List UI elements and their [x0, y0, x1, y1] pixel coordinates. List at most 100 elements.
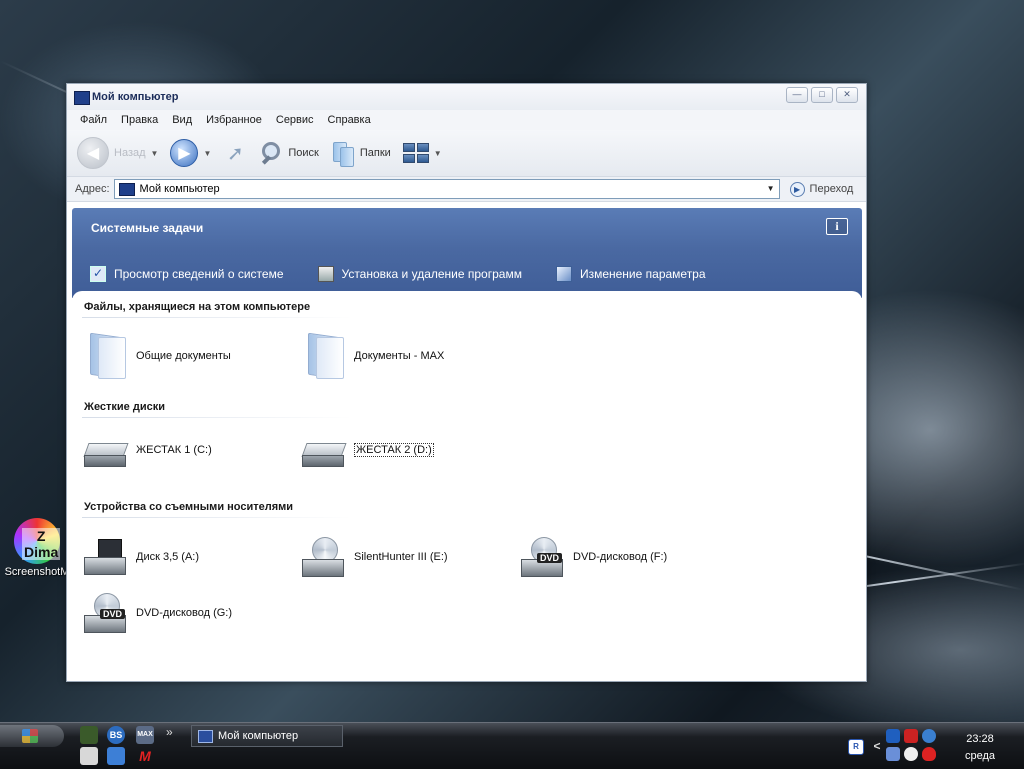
folders-label: Папки: [359, 147, 391, 159]
forward-button[interactable]: ▶ ▼: [170, 139, 211, 167]
explorer-window: Мой компьютер — □ ✕ Файл Правка Вид Избр…: [66, 83, 867, 682]
group-header-hard-disks: Жесткие диски: [84, 401, 165, 413]
menu-edit[interactable]: Правка: [114, 114, 165, 126]
task-label: Просмотр сведений о системе: [114, 267, 284, 281]
cd-drive-icon: [302, 535, 346, 579]
item-label: Документы - MAX: [354, 350, 445, 362]
my-computer-small-icon: [198, 729, 213, 743]
shield-icon[interactable]: [922, 747, 936, 761]
up-folder-icon: ➚: [226, 142, 244, 165]
views-dropdown-icon[interactable]: ▼: [434, 149, 442, 158]
quicklaunch-chevron[interactable]: »: [166, 725, 173, 739]
menu-help[interactable]: Справка: [321, 114, 378, 126]
quicklaunch-explorer-icon[interactable]: [107, 747, 125, 765]
install-icon: [317, 266, 334, 282]
check-icon: ✓: [90, 266, 106, 282]
back-dropdown-icon[interactable]: ▼: [151, 149, 159, 158]
windows-logo-icon: [22, 729, 38, 743]
quicklaunch-bs-icon[interactable]: BS: [107, 726, 125, 744]
item-drive-c[interactable]: ЖЕСТАК 1 (C:): [84, 431, 212, 469]
taskbar-button-label: Мой компьютер: [218, 730, 299, 742]
pen-icon[interactable]: [886, 747, 900, 761]
taskbar-button-my-computer[interactable]: Мой компьютер: [191, 725, 343, 747]
tray-chevron-icon[interactable]: <: [870, 739, 884, 753]
address-dropdown-icon[interactable]: ▼: [763, 180, 779, 198]
system-tasks-title: Системные задачи: [91, 221, 204, 235]
task-label: Изменение параметра: [579, 267, 706, 281]
menu-favorites[interactable]: Избранное: [199, 114, 269, 126]
search-label: Поиск: [288, 147, 319, 159]
forward-arrow-icon: ▶: [170, 139, 199, 167]
my-computer-small-icon: [118, 182, 135, 196]
network-icon[interactable]: [886, 729, 900, 743]
folders-button[interactable]: Папки: [331, 140, 391, 167]
search-icon: [259, 141, 283, 165]
window-title: Мой компьютер: [92, 91, 179, 103]
system-tasks-panel: Системные задачи i ✓ Просмотр сведений о…: [72, 208, 862, 298]
clock-time: 23:28: [966, 733, 994, 745]
antivirus-icon[interactable]: [904, 729, 918, 743]
close-button[interactable]: ✕: [836, 87, 858, 103]
group-header-files: Файлы, хранящиеся на этом компьютере: [84, 301, 311, 313]
clock-day: среда: [964, 750, 996, 762]
desktop-icon-screenshotmaker[interactable]: Z Dima ScreenshotM: [4, 518, 70, 578]
settings-icon: [555, 266, 572, 282]
address-value: Мой компьютер: [139, 183, 220, 195]
minimize-button[interactable]: —: [786, 87, 808, 103]
menu-file[interactable]: Файл: [73, 114, 114, 126]
task-add-remove-programs[interactable]: Установка и удаление программ: [317, 266, 522, 282]
title-bar[interactable]: Мой компьютер — □ ✕: [67, 84, 866, 110]
address-label: Адрес:: [75, 183, 110, 195]
quicklaunch-m-icon[interactable]: M: [136, 747, 154, 765]
task-change-setting[interactable]: Изменение параметра: [555, 266, 706, 282]
maximize-button[interactable]: □: [811, 87, 833, 103]
group-divider: [82, 417, 352, 418]
system-tray: R <: [848, 729, 938, 763]
item-shared-documents[interactable]: Общие документы: [84, 333, 231, 379]
folder-icon: [302, 333, 346, 379]
info-icon[interactable]: i: [826, 218, 848, 235]
panda-icon[interactable]: [904, 747, 918, 761]
group-divider: [82, 317, 352, 318]
task-view-system-info[interactable]: ✓ Просмотр сведений о системе: [90, 266, 284, 282]
item-drive-e[interactable]: SilentHunter III (E:): [302, 535, 448, 579]
address-input[interactable]: Мой компьютер ▼: [113, 179, 780, 199]
group-divider: [82, 517, 352, 518]
hard-drive-icon: [84, 439, 128, 469]
item-label: DVD-дисковод (F:): [573, 551, 668, 563]
item-documents-max[interactable]: Документы - MAX: [302, 333, 444, 379]
screenshot-app-icon: Z Dima: [14, 518, 61, 564]
go-button[interactable]: ▶ Переход: [789, 181, 853, 197]
quicklaunch-max-icon[interactable]: MAX: [136, 726, 154, 744]
quicklaunch-app-icon[interactable]: [80, 726, 98, 744]
back-button[interactable]: ◀ Назад ▼: [77, 137, 158, 169]
task-label: Установка и удаление программ: [341, 267, 522, 281]
search-button[interactable]: Поиск: [259, 141, 319, 165]
item-label: ЖЕСТАК 2 (D:): [354, 443, 434, 457]
item-drive-f[interactable]: DVD DVD-дисковод (F:): [521, 535, 667, 579]
item-label: SilentHunter III (E:): [354, 551, 448, 563]
clock[interactable]: 23:28 среда: [950, 731, 1010, 765]
language-indicator[interactable]: R: [848, 739, 864, 755]
up-button[interactable]: ➚: [223, 141, 247, 165]
back-label: Назад: [114, 147, 146, 159]
views-icon: [402, 143, 429, 163]
item-label: Диск 3,5 (A:): [136, 551, 200, 563]
content-pane: Файлы, хранящиеся на этом компьютере Общ…: [72, 291, 862, 676]
app-icon-glyph: Z Dima: [22, 528, 61, 560]
menu-tools[interactable]: Сервис: [269, 114, 321, 126]
floppy-drive-icon: [84, 537, 128, 577]
item-drive-g[interactable]: DVD DVD-дисковод (G:): [84, 591, 232, 635]
dvd-drive-icon: DVD: [521, 535, 565, 579]
start-button[interactable]: [0, 725, 64, 747]
views-button[interactable]: ▼: [402, 143, 442, 163]
item-drive-d[interactable]: ЖЕСТАК 2 (D:): [302, 431, 434, 469]
quicklaunch-notepad-icon[interactable]: [80, 747, 98, 765]
menu-view[interactable]: Вид: [165, 114, 199, 126]
hard-drive-icon: [302, 439, 346, 469]
clock-tray-icon[interactable]: [922, 729, 936, 743]
item-drive-a[interactable]: Диск 3,5 (A:): [84, 537, 199, 577]
back-arrow-icon: ◀: [77, 137, 109, 169]
toolbar: ◀ Назад ▼ ▶ ▼ ➚ Поиск Папки ▼: [67, 130, 866, 177]
forward-dropdown-icon[interactable]: ▼: [203, 149, 211, 158]
